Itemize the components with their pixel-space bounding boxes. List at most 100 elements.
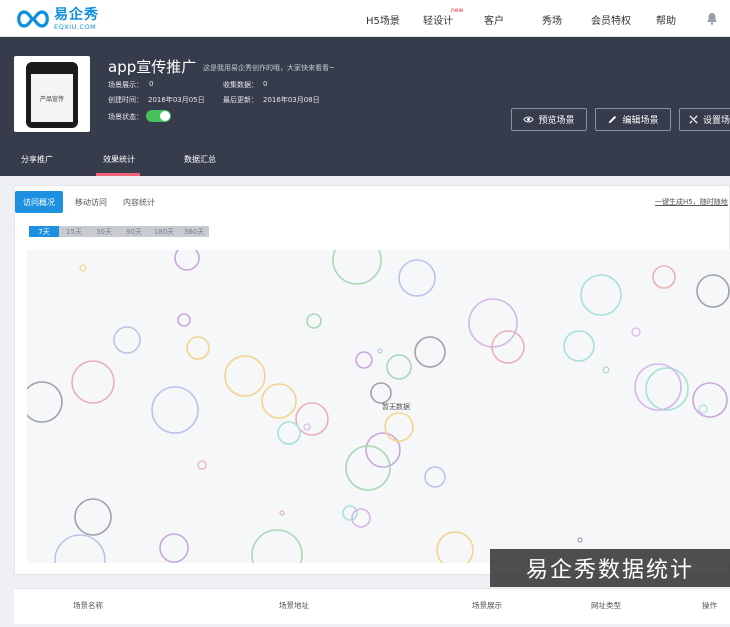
bubble-ring	[577, 537, 583, 543]
bubble-ring	[113, 326, 141, 354]
bubble-ring	[151, 386, 199, 434]
bubble-ring	[377, 348, 383, 354]
new-badge: new	[451, 7, 464, 14]
logo-name: 易企秀	[54, 6, 99, 23]
updated-value: 2016年03月08日	[263, 96, 320, 104]
bubble-ring	[414, 336, 446, 368]
scene-title: app宣传推广	[108, 58, 197, 76]
bubble-ring	[384, 412, 414, 442]
scene-table: 场景名称 场景地址 场景展示 网址类型 操作	[14, 588, 730, 624]
collected-value: 0	[263, 80, 268, 88]
bubble-ring	[696, 274, 730, 308]
bubble-ring	[54, 534, 106, 563]
bubble-ring	[580, 274, 622, 316]
preview-label: 预览场景	[538, 116, 575, 126]
bubble-ring	[186, 336, 210, 360]
nav-showcase[interactable]: 秀场	[542, 12, 562, 27]
scene-status-toggle[interactable]	[146, 110, 171, 122]
col-url-type: 网址类型	[591, 601, 621, 610]
logo-domain: EQXIU.COM	[54, 22, 97, 31]
bell-icon[interactable]	[706, 12, 718, 25]
bubble-ring	[177, 313, 191, 327]
range-180d[interactable]: 180天	[149, 226, 179, 237]
bubble-ring	[279, 510, 285, 516]
settings-label: 设置场	[702, 116, 730, 126]
range-90d[interactable]: 90天	[119, 226, 149, 237]
bubble-ring	[398, 259, 436, 297]
bubble-ring	[261, 383, 297, 419]
phone-icon: 产品宣传	[26, 62, 78, 128]
bubble-ring	[197, 460, 207, 470]
range-15d[interactable]: 15天	[59, 226, 89, 237]
bubble-ring	[74, 498, 112, 536]
col-scene-name: 场景名称	[73, 601, 103, 610]
col-scene-url: 场景地址	[279, 601, 309, 610]
bubble-ring	[332, 250, 382, 285]
nav-membership[interactable]: 会员特权	[591, 12, 631, 27]
created-value: 2016年03月05日	[148, 96, 205, 104]
range-7d[interactable]: 7天	[29, 226, 59, 237]
tab-data-summary[interactable]: 数据汇总	[184, 154, 216, 165]
edit-scene-button[interactable]: 编辑场景	[595, 108, 671, 131]
updated-label: 最后更新：	[223, 96, 258, 104]
views-label: 场景展示：	[108, 81, 143, 89]
bubble-ring	[71, 360, 115, 404]
bubble-ring	[698, 404, 708, 414]
bubble-ring	[355, 351, 373, 369]
tab-statistics[interactable]: 效果统计	[103, 154, 135, 165]
bubble-ring	[365, 432, 401, 468]
date-range-selector: 7天 15天 30天 90天 180天 360天	[29, 226, 209, 237]
edit-label: 编辑场景	[622, 116, 659, 126]
watermark-caption: 易企秀数据统计	[490, 549, 730, 587]
pencil-icon	[609, 115, 617, 124]
bubble-ring	[251, 529, 303, 563]
bubble-ring	[277, 421, 301, 445]
loading-bubbles-decoration	[27, 250, 730, 563]
created-label: 创建时间：	[108, 96, 143, 104]
bubble-ring	[692, 382, 728, 418]
range-30d[interactable]: 30天	[89, 226, 119, 237]
top-navbar: 易企秀 EQXIU.COM H5场景 轻设计 new 客户 秀场 会员特权 帮助	[0, 0, 730, 37]
tab-share[interactable]: 分享推广	[21, 154, 53, 165]
scene-description: 这是我用易企秀创作的哦，大家快来看看~	[203, 64, 335, 72]
status-label: 场景状态：	[108, 113, 143, 121]
col-actions: 操作	[702, 601, 717, 610]
bubble-ring	[303, 423, 311, 431]
nav-h5-scenes[interactable]: H5场景	[366, 12, 400, 27]
bubble-ring	[424, 466, 446, 488]
nav-customers[interactable]: 客户	[484, 12, 504, 27]
bubble-ring	[345, 445, 391, 491]
nav-light-design[interactable]: 轻设计 new	[423, 7, 463, 27]
bubble-ring	[631, 327, 641, 337]
bubble-ring	[436, 531, 474, 563]
preview-scene-button[interactable]: 预览场景	[511, 108, 587, 131]
bubble-ring	[342, 505, 358, 521]
views-value: 0	[149, 80, 154, 88]
bubble-ring	[563, 330, 595, 362]
scene-thumbnail[interactable]: 产品宣传	[14, 56, 90, 132]
logo[interactable]: 易企秀 EQXIU.COM	[14, 6, 99, 32]
nav-help[interactable]: 帮助	[656, 12, 676, 27]
generate-h5-link[interactable]: 一键生成H5，随时随地	[655, 197, 728, 207]
scene-header: 产品宣传 app宣传推广 这是我用易企秀创作的哦，大家快来看看~ 场景展示： 0…	[0, 37, 730, 176]
thumbnail-text: 产品宣传	[31, 74, 73, 122]
active-tab-indicator	[96, 173, 140, 176]
bubble-ring	[27, 381, 63, 423]
range-360d[interactable]: 360天	[179, 226, 209, 237]
bubble-ring	[79, 264, 87, 272]
scene-settings-button[interactable]: 设置场	[679, 108, 730, 131]
col-scene-views: 场景展示	[472, 601, 502, 610]
tab-visit-overview[interactable]: 访问概况	[15, 191, 63, 213]
bubble-ring	[602, 366, 610, 374]
infinity-logo-icon	[17, 10, 49, 28]
bubble-ring	[652, 265, 676, 289]
tab-mobile-visits[interactable]: 移动访问	[67, 191, 115, 213]
bubble-ring	[306, 313, 322, 329]
nav-light-design-label: 轻设计	[423, 16, 453, 27]
collected-label: 收集数据：	[223, 81, 258, 89]
no-data-text: 暂无数据	[382, 403, 410, 411]
bubble-ring	[174, 250, 200, 271]
tab-content-stats[interactable]: 内容统计	[115, 191, 163, 213]
bubble-ring	[370, 382, 392, 404]
visits-chart-empty: 暂无数据	[27, 250, 730, 563]
